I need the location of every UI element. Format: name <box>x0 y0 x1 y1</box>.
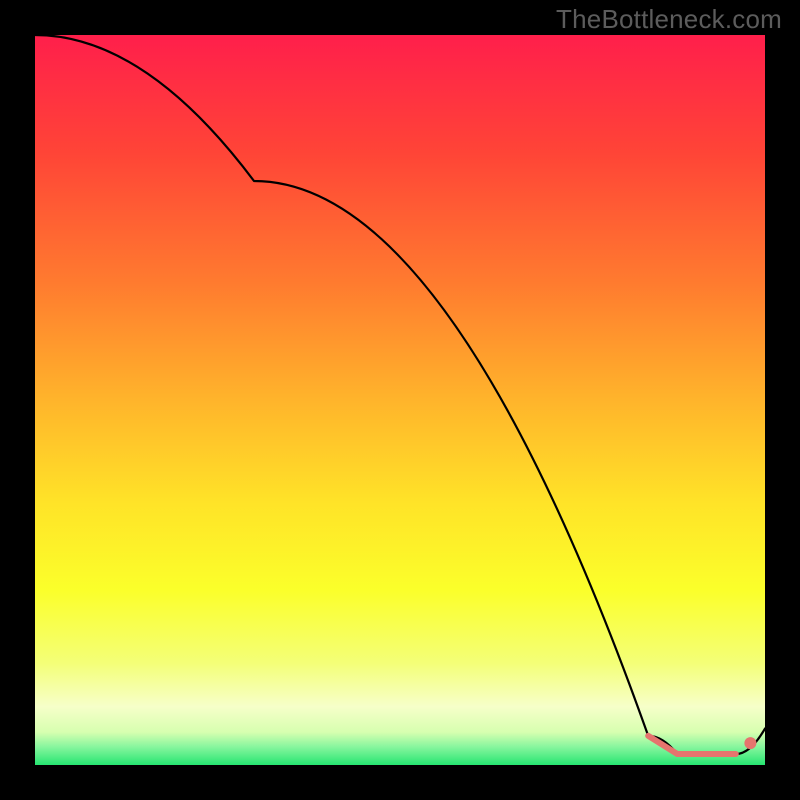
chart-frame: TheBottleneck.com <box>0 0 800 800</box>
end-dot-icon <box>744 737 756 749</box>
gradient-background <box>35 35 765 765</box>
chart-svg <box>35 35 765 765</box>
chart-plot <box>35 35 765 765</box>
watermark-label: TheBottleneck.com <box>556 4 782 35</box>
